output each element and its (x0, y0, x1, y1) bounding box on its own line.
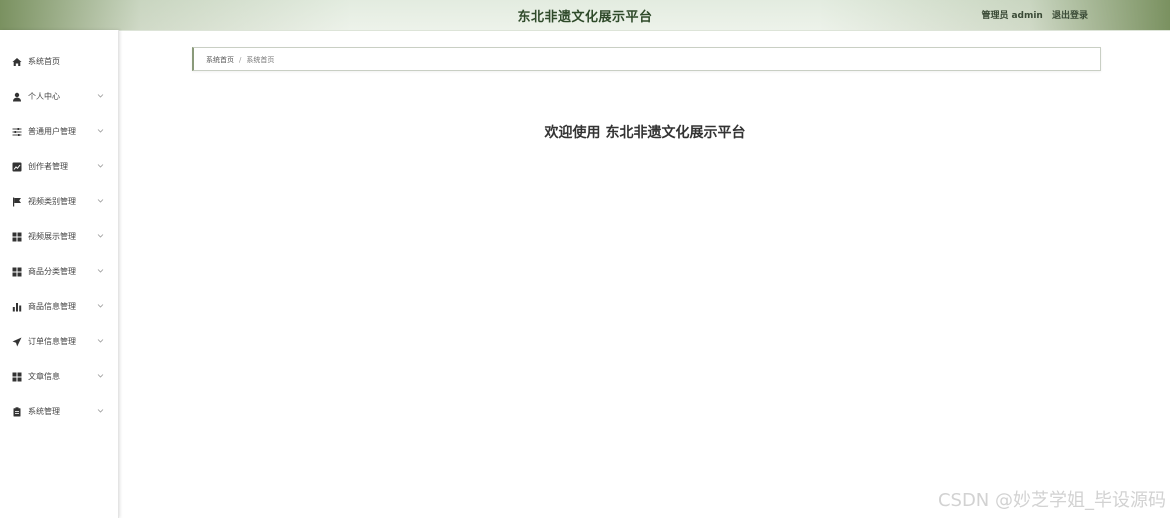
sidebar-item-label: 个人中心 (28, 92, 60, 101)
user-name: admin (1011, 11, 1043, 21)
sidebar-item-label: 视频类别管理 (28, 197, 76, 206)
sidebar-item-label: 视频展示管理 (28, 232, 76, 241)
welcome-prefix: 欢迎使用 (544, 125, 601, 141)
watermark: CSDN @妙芝学姐_毕设源码 (937, 490, 1166, 511)
sidebar-item-home[interactable]: 系统首页 (0, 45, 118, 80)
sidebar: 系统首页 个人中心 普通用户管理 创作者管理 视频类别管理 视频展示管理 商品分… (0, 30, 119, 518)
chevron-down-icon (97, 337, 104, 344)
user-area: 管理员 admin 退出登录 (981, 8, 1088, 21)
sidebar-item-system-management[interactable]: 系统管理 (0, 395, 118, 430)
chevron-down-icon (97, 267, 104, 274)
sidebar-item-personal-center[interactable]: 个人中心 (0, 80, 118, 115)
flag-icon (12, 197, 22, 207)
logout-link[interactable]: 退出登录 (1052, 11, 1088, 21)
sidebar-item-label: 文章信息 (28, 372, 60, 381)
bar-chart-icon (12, 302, 22, 312)
clipboard-icon (12, 407, 22, 417)
chevron-down-icon (97, 372, 104, 379)
chevron-down-icon (97, 162, 104, 169)
chart-square-icon (12, 162, 22, 172)
breadcrumb: 系统首页 / 系统首页 (206, 55, 274, 65)
sidebar-menu: 系统首页 个人中心 普通用户管理 创作者管理 视频类别管理 视频展示管理 商品分… (0, 45, 118, 430)
sidebar-item-product-info[interactable]: 商品信息管理 (0, 290, 118, 325)
chevron-down-icon (97, 302, 104, 309)
chevron-down-icon (97, 407, 104, 414)
grid-icon (12, 372, 22, 382)
grid-icon (12, 232, 22, 242)
sidebar-item-video-category[interactable]: 视频类别管理 (0, 185, 118, 220)
sidebar-item-order-info[interactable]: 订单信息管理 (0, 325, 118, 360)
welcome-text: 欢迎使用 东北非遗文化展示平台 (545, 122, 746, 142)
grid-icon (12, 267, 22, 277)
welcome-title: 东北非遗文化展示平台 (605, 125, 746, 141)
welcome-heading: 欢迎使用 东北非遗文化展示平台 (0, 122, 1170, 142)
user-role: 管理员 (981, 11, 1009, 21)
breadcrumb-home-link[interactable]: 系统首页 (206, 56, 234, 64)
sidebar-item-label: 系统首页 (28, 57, 60, 66)
breadcrumb-current: 系统首页 (246, 56, 275, 64)
sidebar-item-label: 商品信息管理 (28, 302, 76, 311)
chevron-down-icon (97, 92, 104, 99)
sidebar-item-product-category[interactable]: 商品分类管理 (0, 255, 118, 290)
sidebar-item-label: 商品分类管理 (28, 267, 76, 276)
send-icon (12, 337, 22, 347)
sidebar-item-label: 系统管理 (28, 407, 60, 416)
breadcrumb-bar: 系统首页 / 系统首页 (192, 47, 1101, 71)
sidebar-item-creator-management[interactable]: 创作者管理 (0, 150, 118, 185)
sidebar-item-label: 创作者管理 (28, 162, 68, 171)
chevron-down-icon (97, 197, 104, 204)
user-icon (12, 92, 22, 102)
top-header: 东北非遗文化展示平台 管理员 admin 退出登录 (0, 0, 1170, 31)
sidebar-item-label: 订单信息管理 (28, 337, 76, 346)
chevron-down-icon (97, 232, 104, 239)
sidebar-item-article-info[interactable]: 文章信息 (0, 360, 118, 395)
breadcrumb-separator: / (239, 56, 242, 64)
sidebar-item-video-display[interactable]: 视频展示管理 (0, 220, 118, 255)
home-icon (12, 57, 22, 67)
